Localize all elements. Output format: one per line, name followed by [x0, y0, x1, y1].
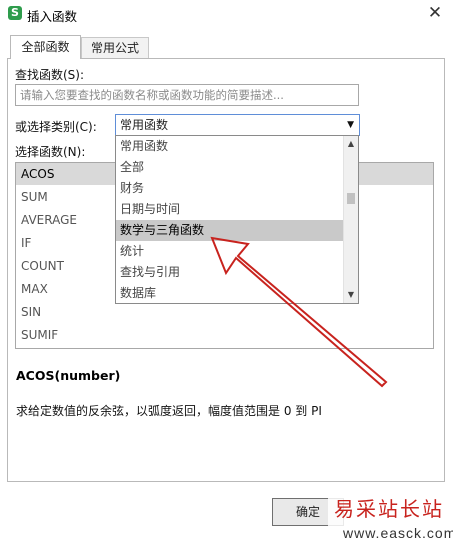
category-option-common[interactable]: 常用函数 — [116, 136, 344, 157]
watermark-title: 易采站长站 — [334, 497, 444, 521]
category-option-datetime[interactable]: 日期与时间 — [116, 199, 344, 220]
watermark-url: www.easck.com — [343, 525, 453, 541]
category-option-finance[interactable]: 财务 — [116, 178, 344, 199]
scrollbar-thumb[interactable] — [347, 193, 355, 204]
category-label: 或选择类别(C): — [15, 120, 97, 134]
function-list-label: 选择函数(N): — [15, 145, 86, 159]
category-option-math-trig[interactable]: 数学与三角函数 — [116, 220, 344, 241]
scroll-down-icon[interactable]: ▼ — [344, 287, 358, 303]
dropdown-scrollbar[interactable]: ▲ ▼ — [343, 136, 358, 303]
category-dropdown[interactable]: 常用函数 全部 财务 日期与时间 数学与三角函数 统计 查找与引用 数据库 ▲ … — [115, 135, 359, 304]
close-icon[interactable]: ✕ — [425, 3, 445, 23]
category-option-all[interactable]: 全部 — [116, 157, 344, 178]
category-option-statistics[interactable]: 统计 — [116, 241, 344, 262]
scroll-up-icon[interactable]: ▲ — [344, 136, 358, 152]
search-input[interactable] — [15, 84, 359, 106]
tab-common-formulas[interactable]: 常用公式 — [81, 37, 149, 59]
wps-app-icon: S — [8, 6, 22, 20]
function-description: 求给定数值的反余弦，以弧度返回，幅度值范围是 0 到 PI — [16, 404, 322, 418]
function-item-sumif[interactable]: SUMIF — [16, 324, 433, 346]
category-selected-value: 常用函数 — [120, 118, 169, 132]
title-bar: S 插入函数 ✕ — [0, 0, 453, 27]
function-item-sin[interactable]: SIN — [16, 301, 433, 323]
category-option-database[interactable]: 数据库 — [116, 283, 344, 303]
function-syntax: ACOS(number) — [16, 368, 121, 383]
search-label: 查找函数(S): — [15, 68, 85, 82]
chevron-down-icon: ▼ — [347, 120, 354, 130]
category-select[interactable]: 常用函数 ▼ — [115, 114, 360, 136]
category-option-lookup[interactable]: 查找与引用 — [116, 262, 344, 283]
tab-all-functions[interactable]: 全部函数 — [10, 35, 81, 59]
window-title: 插入函数 — [27, 9, 78, 24]
